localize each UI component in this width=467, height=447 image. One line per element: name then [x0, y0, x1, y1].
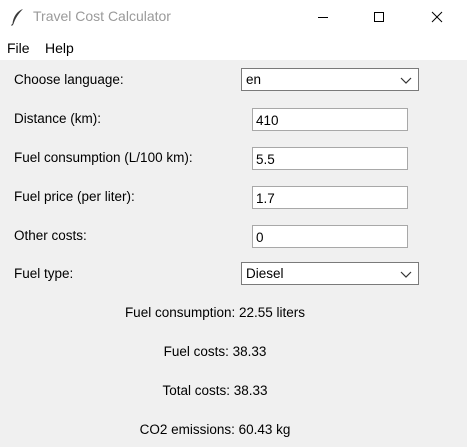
other-costs-label: Other costs:	[14, 228, 87, 243]
title-bar: Travel Cost Calculator	[0, 0, 467, 34]
minimize-icon	[318, 17, 328, 18]
menu-help[interactable]: Help	[45, 40, 74, 56]
fuel-type-select[interactable]: Diesel	[241, 262, 419, 285]
fuel-costs-result: Fuel costs: 38.33	[163, 344, 267, 359]
distance-input[interactable]	[252, 108, 408, 131]
menu-bar: File Help	[0, 34, 467, 60]
close-button[interactable]	[414, 0, 460, 34]
co2-emissions-result: CO2 emissions: 60.43 kg	[139, 422, 291, 437]
total-costs-result: Total costs: 38.33	[162, 383, 268, 398]
maximize-icon	[374, 12, 384, 22]
window-title: Travel Cost Calculator	[33, 8, 171, 24]
close-icon	[431, 11, 443, 23]
fuel-type-value: Diesel	[246, 266, 284, 281]
maximize-button[interactable]	[356, 0, 402, 34]
price-label: Fuel price (per liter):	[14, 189, 135, 204]
menu-file[interactable]: File	[7, 40, 30, 56]
chevron-down-icon	[400, 77, 412, 84]
fuel-consumption-result: Fuel consumption: 22.55 liters	[124, 305, 306, 320]
fuel-type-label: Fuel type:	[14, 266, 74, 281]
language-select[interactable]: en	[241, 68, 419, 91]
chevron-down-icon	[400, 271, 412, 278]
price-input[interactable]	[252, 186, 408, 209]
consumption-input[interactable]	[252, 147, 408, 170]
consumption-label: Fuel consumption (L/100 km):	[14, 150, 193, 165]
other-costs-input[interactable]	[252, 225, 408, 248]
feather-icon	[11, 9, 23, 26]
minimize-button[interactable]	[300, 0, 346, 34]
distance-label: Distance (km):	[14, 111, 102, 126]
language-value: en	[246, 72, 262, 87]
language-label: Choose language:	[14, 72, 124, 87]
